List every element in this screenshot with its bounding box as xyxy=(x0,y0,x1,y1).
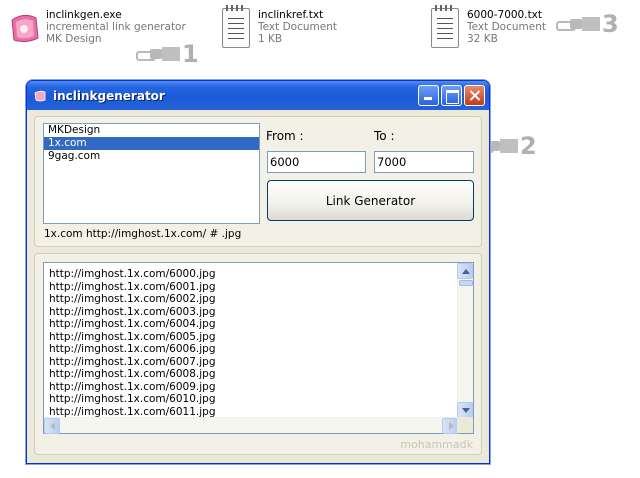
pointing-hand-icon xyxy=(136,48,162,61)
horizontal-scrollbar[interactable] xyxy=(44,417,458,434)
output-line: http://imghost.1x.com/6002.jpg xyxy=(49,293,216,305)
output-textarea[interactable]: http://imghost.1x.com/6000.jpg http://img… xyxy=(43,262,474,434)
site-list-item[interactable]: 1x.com xyxy=(44,137,259,150)
author-watermark: mohammadk xyxy=(400,438,473,451)
inclinkgenerator-window: inclinkgenerator MKDesign 1x.com 9gag.com … xyxy=(26,80,490,464)
chevron-up-icon xyxy=(462,269,470,274)
site-list-item[interactable]: 9gag.com xyxy=(44,150,259,163)
output-line: http://imghost.1x.com/6006.jpg xyxy=(49,343,216,355)
scroll-thumb[interactable] xyxy=(459,280,473,286)
file-inclinkref-txt[interactable]: inclinkref.txt Text Document 1 KB xyxy=(216,5,376,50)
output-panel: http://imghost.1x.com/6000.jpg http://img… xyxy=(34,253,482,455)
text-document-icon xyxy=(216,5,258,50)
chevron-left-icon xyxy=(50,422,55,430)
output-line: http://imghost.1x.com/6009.jpg xyxy=(49,380,216,393)
output-lines: http://imghost.1x.com/6000.jpg http://img… xyxy=(49,268,215,418)
file-type: incremental link generator xyxy=(46,21,186,33)
settings-panel: MKDesign 1x.com 9gag.com 1x.com http://img… xyxy=(34,116,482,247)
file-name: inclinkgen.exe xyxy=(46,9,122,21)
output-line: http://imghost.1x.com/6003.jpg xyxy=(49,305,216,318)
pointing-hand-icon xyxy=(556,18,582,31)
output-line: http://imghost.1x.com/6010.jpg xyxy=(49,393,216,405)
text-document-icon xyxy=(425,5,467,50)
maximize-button[interactable] xyxy=(441,85,462,106)
output-line: http://imghost.1x.com/6008.jpg xyxy=(49,368,216,380)
file-name: inclinkref.txt xyxy=(258,9,324,21)
scroll-right-button[interactable] xyxy=(442,418,458,434)
file-name: 6000-7000.txt xyxy=(467,9,543,21)
from-label: From : xyxy=(266,129,304,143)
scroll-up-button[interactable] xyxy=(457,263,473,279)
scroll-left-button[interactable] xyxy=(44,418,60,434)
file-type: Text Document xyxy=(258,21,337,33)
output-line: http://imghost.1x.com/6004.jpg xyxy=(49,318,216,330)
from-input[interactable]: 6000 xyxy=(267,151,366,173)
chevron-down-icon xyxy=(462,408,470,413)
marker-number: 3 xyxy=(602,10,619,38)
output-line: http://imghost.1x.com/6005.jpg xyxy=(49,330,216,343)
minimize-button[interactable] xyxy=(418,85,439,106)
site-listbox[interactable]: MKDesign 1x.com 9gag.com xyxy=(43,123,260,224)
close-button[interactable] xyxy=(464,85,485,106)
file-type: Text Document xyxy=(467,21,546,33)
annotation-marker-3: 3 xyxy=(556,12,619,36)
chevron-right-icon xyxy=(449,422,454,430)
marker-number: 1 xyxy=(182,40,199,68)
link-generator-button[interactable]: Link Generator xyxy=(267,180,474,221)
output-line: http://imghost.1x.com/6000.jpg xyxy=(49,268,216,280)
window-title: inclinkgenerator xyxy=(53,88,165,103)
site-list-item[interactable]: MKDesign xyxy=(44,124,259,137)
application-icon xyxy=(4,6,46,50)
to-label: To : xyxy=(374,129,395,143)
file-detail: 1 KB xyxy=(258,33,283,45)
file-detail: 32 KB xyxy=(467,33,498,45)
vertical-scrollbar[interactable] xyxy=(457,263,473,418)
annotation-marker-1: 1 xyxy=(136,42,199,66)
app-title-icon xyxy=(33,89,47,103)
marker-number: 2 xyxy=(520,132,537,160)
to-input[interactable]: 7000 xyxy=(374,151,474,173)
title-bar[interactable]: inclinkgenerator xyxy=(27,81,489,110)
output-line: http://imghost.1x.com/6001.jpg xyxy=(49,280,216,293)
scroll-down-button[interactable] xyxy=(457,402,473,418)
output-line: http://imghost.1x.com/6007.jpg xyxy=(49,355,216,368)
pattern-preview: 1x.com http://imghost.1x.com/ # .jpg xyxy=(44,228,242,240)
